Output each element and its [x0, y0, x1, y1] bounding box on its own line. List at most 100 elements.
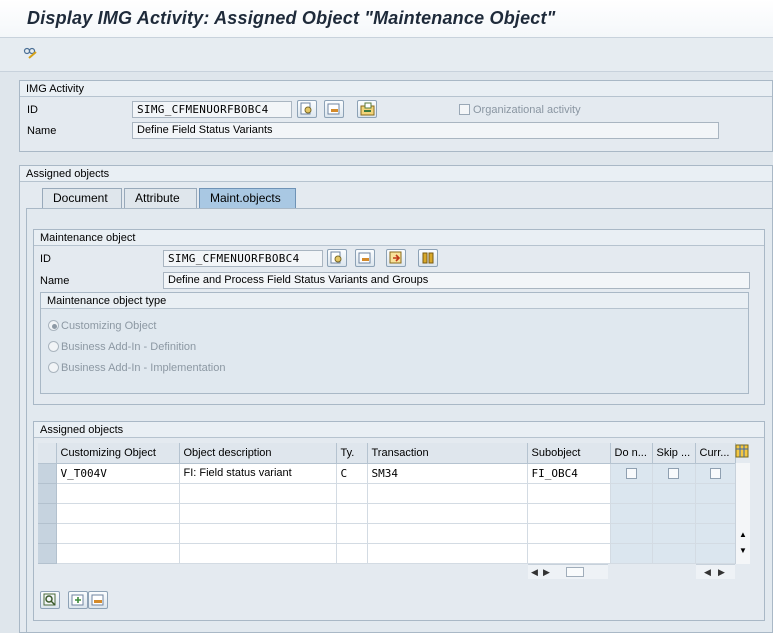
col-object-description[interactable]: Object description	[179, 443, 337, 464]
empty-cell[interactable]	[367, 543, 528, 564]
empty-cell	[336, 483, 368, 504]
cell-customizing-object[interactable]: V_T004V	[56, 463, 180, 484]
scroll-right-icon[interactable]: ▶	[718, 567, 725, 578]
org-activity-label: Organizational activity	[473, 104, 581, 116]
empty-cell[interactable]	[56, 543, 180, 564]
row-selector[interactable]	[38, 523, 57, 544]
radio-badi-definition[interactable]: Business Add-In - Definition	[48, 340, 196, 354]
tab-attribute[interactable]: Attribute	[124, 188, 197, 208]
skip-checkbox[interactable]	[668, 467, 679, 479]
empty-cell	[336, 503, 368, 524]
table-row[interactable]	[38, 503, 736, 524]
org-activity-checkbox[interactable]	[459, 104, 470, 115]
scroll-up-icon[interactable]: ▲	[739, 530, 747, 539]
vertical-scrollbar[interactable]: ▲ ▼	[735, 463, 750, 564]
radio-badi-implementation[interactable]: Business Add-In - Implementation	[48, 361, 225, 375]
where-used-button[interactable]	[297, 100, 317, 118]
horizontal-scrollbar-left[interactable]: ◀ ▶	[528, 564, 608, 579]
cell-type: C	[336, 463, 368, 484]
empty-cell	[652, 503, 696, 524]
insert-row-button[interactable]	[68, 591, 88, 609]
cell-do-not	[610, 463, 653, 484]
empty-cell[interactable]	[56, 503, 180, 524]
empty-cell	[695, 543, 736, 564]
empty-cell[interactable]	[56, 523, 180, 544]
maint-transfer-button[interactable]	[386, 249, 406, 267]
radio-customizing-object-label: Customizing Object	[61, 320, 157, 332]
col-type[interactable]: Ty.	[336, 443, 368, 464]
cell-transaction[interactable]: SM34	[367, 463, 528, 484]
horizontal-scrollbar-right[interactable]: ◀ ▶	[696, 564, 735, 579]
row-selector[interactable]	[38, 503, 57, 524]
table-row[interactable]	[38, 483, 736, 504]
col-subobject[interactable]: Subobject	[527, 443, 611, 464]
delete-row-button[interactable]	[88, 591, 108, 609]
maint-details-button[interactable]	[355, 249, 375, 267]
assigned-objects-table-header: Assigned objects	[34, 422, 764, 438]
window-title: Display IMG Activity: Assigned Object "M…	[27, 8, 556, 28]
row-selector[interactable]	[38, 483, 57, 504]
empty-cell	[336, 523, 368, 544]
details-button[interactable]	[324, 100, 344, 118]
empty-cell	[610, 503, 653, 524]
select-all-header[interactable]	[38, 443, 57, 464]
empty-cell[interactable]	[367, 503, 528, 524]
maint-id-field[interactable]: SIMG_CFMENUORFBOBC4	[163, 250, 323, 267]
empty-cell[interactable]	[367, 483, 528, 504]
table-header-row: Customizing Object Object description Ty…	[38, 443, 736, 464]
scroll-thumb[interactable]	[566, 567, 584, 577]
maint-name-field[interactable]: Define and Process Field Status Variants…	[163, 272, 750, 289]
tab-document[interactable]: Document	[42, 188, 122, 208]
title-bar: Display IMG Activity: Assigned Object "M…	[0, 0, 773, 38]
documentation-button[interactable]	[357, 100, 377, 118]
cell-subobject: FI_OBC4	[527, 463, 611, 484]
img-id-label: ID	[27, 104, 38, 116]
table-row[interactable]	[38, 543, 736, 564]
radio-indicator	[48, 362, 59, 373]
scroll-left-icon[interactable]: ◀	[704, 567, 711, 578]
row-selector[interactable]	[38, 463, 57, 484]
empty-cell[interactable]	[56, 483, 180, 504]
maint-object-type-header: Maintenance object type	[41, 293, 748, 309]
col-transaction[interactable]: Transaction	[367, 443, 528, 464]
maint-binoculars-button[interactable]	[418, 249, 438, 267]
img-activity-header: IMG Activity	[20, 81, 772, 97]
radio-selected-indicator	[48, 320, 59, 331]
empty-cell	[695, 483, 736, 504]
scroll-down-icon[interactable]: ▼	[739, 546, 747, 555]
empty-cell	[527, 503, 611, 524]
empty-cell[interactable]	[367, 523, 528, 544]
empty-cell	[652, 523, 696, 544]
empty-cell	[610, 543, 653, 564]
empty-cell	[179, 503, 337, 524]
table-details-button[interactable]	[40, 591, 60, 609]
scroll-left-icon[interactable]: ◀	[531, 567, 538, 578]
current-checkbox[interactable]	[709, 467, 721, 479]
do-not-checkbox[interactable]	[625, 467, 637, 479]
cell-skip	[652, 463, 696, 484]
scroll-right-icon[interactable]: ▶	[543, 567, 550, 578]
tab-maint-objects[interactable]: Maint.objects	[199, 188, 296, 208]
maint-name-label: Name	[40, 275, 70, 287]
table-row[interactable]: V_T004V FI: Field status variant C SM34 …	[38, 463, 736, 484]
maint-id-label: ID	[40, 253, 51, 265]
img-id-field[interactable]: SIMG_CFMENUORFBOBC4	[132, 101, 292, 118]
col-customizing-object[interactable]: Customizing Object	[56, 443, 180, 464]
col-skip[interactable]: Skip ...	[652, 443, 696, 464]
table-settings-icon[interactable]	[735, 444, 749, 458]
table-row[interactable]	[38, 523, 736, 544]
glasses-icon[interactable]	[23, 45, 39, 61]
col-do-not[interactable]: Do n...	[610, 443, 653, 464]
radio-badi-implementation-label: Business Add-In - Implementation	[61, 362, 226, 374]
empty-cell	[610, 483, 653, 504]
col-current[interactable]: Curr...	[695, 443, 736, 464]
empty-cell	[336, 543, 368, 564]
empty-cell	[695, 503, 736, 524]
empty-cell	[527, 523, 611, 544]
img-name-field[interactable]: Define Field Status Variants	[132, 122, 719, 139]
empty-cell	[652, 543, 696, 564]
row-selector[interactable]	[38, 543, 57, 564]
maint-where-used-button[interactable]	[327, 249, 347, 267]
empty-cell	[179, 523, 337, 544]
radio-customizing-object[interactable]: Customizing Object	[48, 319, 156, 333]
